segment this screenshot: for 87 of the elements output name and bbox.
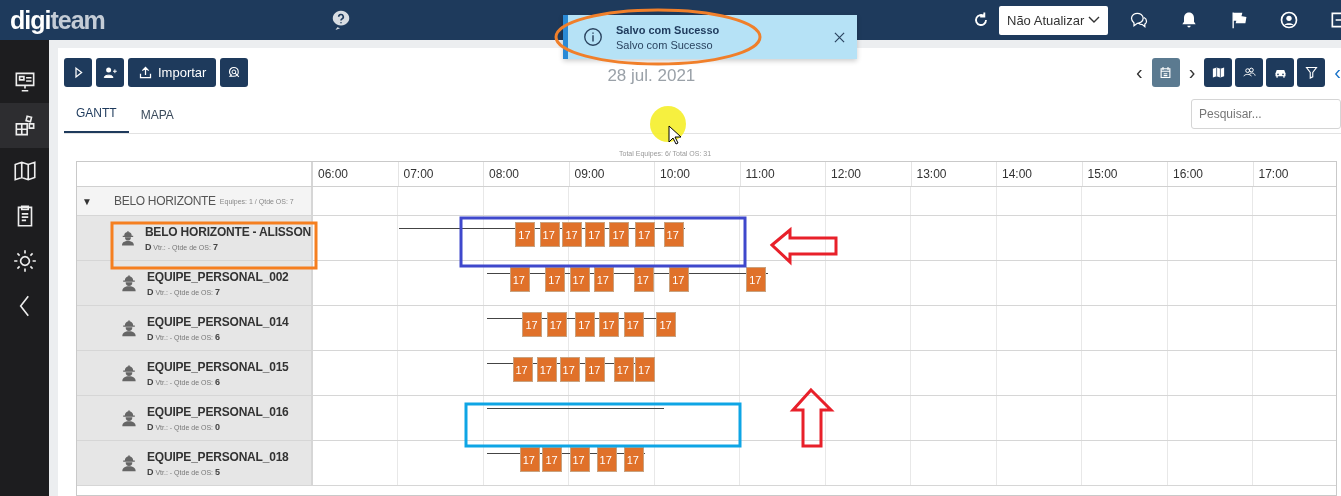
task-block[interactable]: 17 [669,267,690,292]
refresh-select[interactable]: Não Atualizar [999,5,1108,35]
team-name[interactable]: EQUIPE_PERSONAL_016 [147,404,289,419]
search-chat-button[interactable] [220,57,249,87]
task-block[interactable]: 17 [599,312,620,337]
car-button[interactable] [1266,57,1295,87]
task-block[interactable]: 17 [635,222,656,247]
team-name[interactable]: EQUIPE_PERSONAL_014 [147,314,289,329]
task-block[interactable]: 17 [519,447,540,472]
left-arrow [769,226,838,266]
task-block[interactable]: 17 [635,357,656,382]
task-block[interactable]: 17 [593,267,614,292]
toast-title: Salvo com Sucesso [616,23,721,36]
task-block[interactable]: 17 [613,357,634,382]
cursor-icon [668,125,682,145]
close-icon[interactable] [834,31,845,43]
chat-search-icon[interactable] [226,64,242,80]
hour-label: 09:00 [569,162,655,186]
team-name[interactable]: EQUIPE_PERSONAL_018 [147,449,289,464]
up-arrow [789,387,835,448]
tab[interactable]: MAPA [128,108,186,133]
team-name[interactable]: BELO HORIZONTE - ALISSON [144,224,311,239]
collapse-toggle[interactable]: ▼ [82,195,110,207]
task-block[interactable]: 17 [515,222,536,247]
map-button[interactable] [1204,57,1233,87]
logo[interactable]: digiteam [10,5,330,35]
caret-icon[interactable] [1088,16,1100,24]
task-block[interactable]: 17 [609,222,630,247]
gear-icon[interactable] [11,247,38,274]
task-block[interactable]: 17 [542,447,563,472]
hour-label: 17:00 [1253,162,1336,186]
task-block[interactable]: 17 [539,222,560,247]
task-block[interactable]: 17 [656,312,677,337]
next-day-button[interactable]: › [1182,60,1202,84]
team-name[interactable]: EQUIPE_PERSONAL_002 [147,269,289,284]
hour-label: 15:00 [1082,162,1168,186]
hour-label: 06:00 [313,162,399,186]
user-icon[interactable] [1279,10,1299,30]
task-block[interactable]: 17 [536,357,557,382]
task-block[interactable]: 17 [546,312,567,337]
hour-label: 14:00 [997,162,1083,186]
add-user-button[interactable] [96,57,124,87]
info-icon [582,26,604,48]
task-block[interactable]: 17 [509,267,530,292]
sidebar-item[interactable] [0,103,49,148]
search-field[interactable]: Pesquisar... [1191,99,1341,129]
task-block[interactable]: 17 [545,267,566,292]
task-block[interactable]: 17 [562,222,583,247]
help-icon[interactable] [330,9,352,31]
calendar-button[interactable] [1151,57,1180,87]
task-block[interactable]: 17 [633,267,654,292]
worker-icon [119,228,137,248]
task-block[interactable]: 17 [663,222,684,247]
task-block[interactable]: 17 [596,447,617,472]
hour-label: 16:00 [1168,162,1254,186]
previous-day-button[interactable]: ‹ [1130,60,1149,84]
task-block[interactable]: 17 [512,357,533,382]
import-button[interactable]: Importar [128,57,217,87]
hour-label: 08:00 [484,162,570,186]
task-block[interactable]: 17 [585,357,606,382]
team-button[interactable] [1235,57,1264,87]
group-name: BELO HORIZONTE [114,194,216,208]
tab[interactable]: GANTT [64,106,129,133]
task-block[interactable]: 17 [585,222,606,247]
filter-icon[interactable] [1303,64,1319,80]
hour-label: 10:00 [655,162,741,186]
task-block[interactable]: 17 [569,267,590,292]
hour-label: 11:00 [740,162,826,186]
task-block[interactable]: 17 [522,312,543,337]
filter-button[interactable] [1297,57,1326,87]
hour-label: 12:00 [826,162,912,186]
toast-message: Salvo com Sucesso [616,38,714,51]
team-name[interactable]: EQUIPE_PERSONAL_015 [147,359,289,374]
task-block[interactable]: 17 [746,267,767,292]
play-button[interactable] [64,57,92,87]
task-block[interactable]: 17 [623,447,644,472]
task-block[interactable]: 17 [623,312,644,337]
task-block[interactable]: 17 [575,312,596,337]
hour-label: 07:00 [398,162,484,186]
task-block[interactable]: 17 [559,357,580,382]
chat-icon[interactable] [1129,10,1149,30]
calendar-icon[interactable] [1158,64,1174,80]
hour-label: 13:00 [911,162,997,186]
collapse-button[interactable]: ‹ [1328,60,1341,84]
upload-icon[interactable] [138,64,153,80]
task-block[interactable]: 17 [569,447,590,472]
date-label: 28 jul. 2021 [607,66,696,86]
